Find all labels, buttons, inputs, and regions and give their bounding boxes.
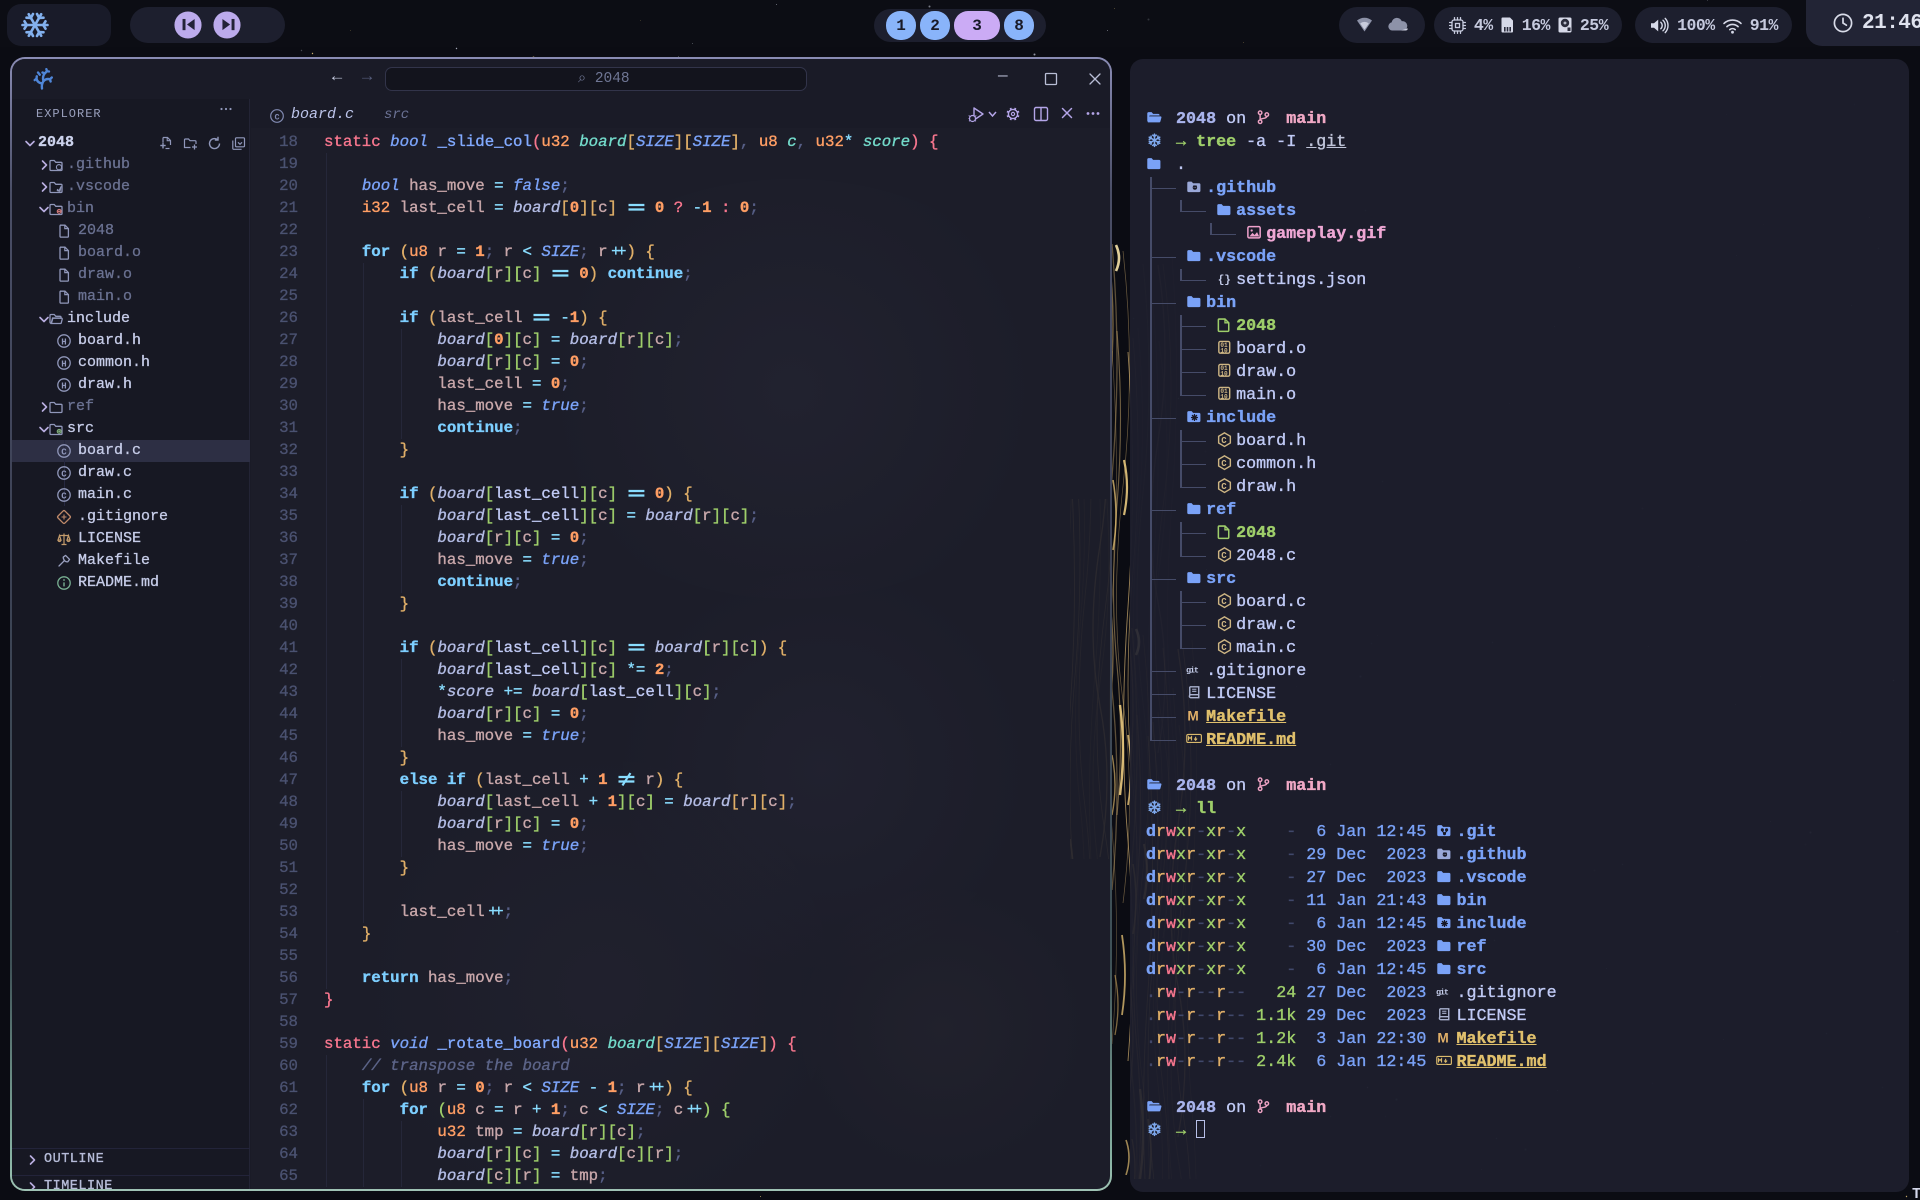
svg-text:C: C (1221, 459, 1227, 469)
svg-text:C: C (274, 112, 279, 122)
svg-text:M: M (1438, 1030, 1449, 1045)
svg-text:M: M (1187, 708, 1198, 723)
svg-text:H: H (61, 337, 66, 347)
svg-text:C: C (1221, 482, 1227, 492)
svg-text:C: C (61, 469, 67, 479)
svg-text:10: 10 (1220, 347, 1228, 354)
svg-text:10: 10 (1220, 393, 1228, 400)
svg-text:git: git (1436, 988, 1449, 998)
svg-text:10: 10 (1220, 370, 1228, 377)
svg-text:C: C (61, 447, 67, 457)
svg-text:C: C (1221, 551, 1227, 561)
svg-text:git: git (1186, 666, 1199, 676)
svg-text:H: H (61, 359, 66, 369)
svg-text:{}: {} (1218, 274, 1231, 286)
svg-text:C: C (61, 491, 67, 501)
svg-text:H: H (61, 381, 66, 391)
svg-text:C: C (1221, 643, 1227, 653)
svg-text:C: C (1221, 620, 1227, 630)
svg-text:C: C (1221, 436, 1227, 446)
svg-text:C: C (1221, 597, 1227, 607)
